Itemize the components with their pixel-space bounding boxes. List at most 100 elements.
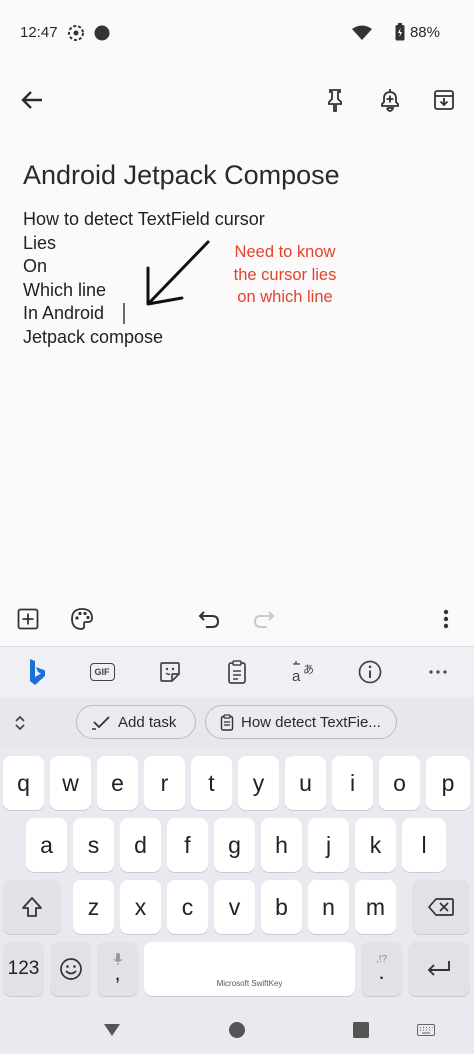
comma-mic-key[interactable]: , bbox=[97, 942, 138, 996]
arrow-left-icon bbox=[21, 91, 42, 109]
more-vert-icon bbox=[443, 609, 449, 629]
key-x[interactable]: x bbox=[120, 880, 161, 934]
translate-button[interactable]: aあ bbox=[286, 656, 322, 688]
svg-text:あ: あ bbox=[303, 663, 314, 676]
key-d[interactable]: d bbox=[120, 818, 161, 872]
info-icon bbox=[358, 660, 382, 684]
key-o[interactable]: o bbox=[379, 756, 420, 810]
emoji-icon bbox=[59, 958, 82, 980]
key-m[interactable]: m bbox=[355, 880, 396, 934]
clipboard-icon bbox=[228, 660, 246, 684]
comma-label: , bbox=[114, 960, 121, 985]
key-k[interactable]: k bbox=[355, 818, 396, 872]
key-b[interactable]: b bbox=[261, 880, 302, 934]
key-z[interactable]: z bbox=[73, 880, 114, 934]
wifi-icon bbox=[352, 25, 372, 46]
more-horiz-icon bbox=[429, 670, 447, 674]
key-a[interactable]: a bbox=[26, 818, 67, 872]
expand-toolbar-button[interactable] bbox=[6, 708, 34, 738]
archive-button[interactable] bbox=[426, 82, 462, 118]
annotation-arrow bbox=[146, 240, 210, 306]
backspace-icon bbox=[428, 898, 454, 916]
check-icon bbox=[92, 716, 110, 730]
clipboard-button[interactable] bbox=[219, 656, 255, 688]
nav-back-button[interactable] bbox=[96, 1014, 128, 1046]
key-i[interactable]: i bbox=[332, 756, 373, 810]
key-c[interactable]: c bbox=[167, 880, 208, 934]
keyboard-more-button[interactable] bbox=[420, 656, 456, 688]
bing-button[interactable] bbox=[20, 654, 54, 690]
undo-button[interactable] bbox=[193, 603, 225, 635]
keyboard-icon bbox=[417, 1024, 435, 1036]
pin-icon bbox=[328, 89, 342, 112]
period-key[interactable]: ,!? . bbox=[361, 942, 402, 996]
key-w[interactable]: w bbox=[50, 756, 91, 810]
add-box-icon bbox=[17, 608, 39, 630]
key-u[interactable]: u bbox=[285, 756, 326, 810]
key-r[interactable]: r bbox=[144, 756, 185, 810]
backspace-key[interactable] bbox=[412, 880, 470, 934]
translate-icon: aあ bbox=[292, 661, 314, 684]
key-v[interactable]: v bbox=[214, 880, 255, 934]
gif-button[interactable]: GIF bbox=[84, 656, 120, 688]
note-line: Jetpack compose bbox=[23, 326, 164, 347]
note-title[interactable]: Android Jetpack Compose bbox=[23, 160, 340, 191]
key-s[interactable]: s bbox=[73, 818, 114, 872]
emoji-key[interactable] bbox=[50, 942, 91, 996]
key-t[interactable]: t bbox=[191, 756, 232, 810]
info-button[interactable] bbox=[352, 656, 388, 688]
add-task-chip[interactable]: Add task bbox=[76, 705, 196, 739]
key-f[interactable]: f bbox=[167, 818, 208, 872]
sticker-button[interactable] bbox=[152, 656, 188, 688]
battery-icon bbox=[395, 23, 405, 46]
keyboard-switch-button[interactable] bbox=[412, 1018, 440, 1042]
bing-icon bbox=[30, 659, 45, 685]
key-j[interactable]: j bbox=[308, 818, 349, 872]
archive-icon bbox=[434, 90, 454, 110]
key-y[interactable]: y bbox=[238, 756, 279, 810]
enter-key[interactable] bbox=[408, 942, 470, 996]
svg-text:a: a bbox=[292, 668, 301, 684]
key-n[interactable]: n bbox=[308, 880, 349, 934]
key-h[interactable]: h bbox=[261, 818, 302, 872]
circle-home-icon bbox=[229, 1022, 245, 1038]
spacebar[interactable]: Microsoft SwiftKey bbox=[144, 942, 355, 996]
period-label: . bbox=[378, 958, 385, 984]
key-p[interactable]: p bbox=[426, 756, 470, 810]
chevron-up-down-icon bbox=[15, 715, 25, 731]
undo-icon bbox=[198, 611, 220, 628]
back-button[interactable] bbox=[14, 82, 50, 118]
numbers-key[interactable]: 123 bbox=[3, 942, 44, 996]
square-recents-icon bbox=[353, 1022, 369, 1038]
note-line: How to detect TextField cursor bbox=[23, 209, 265, 229]
key-g[interactable]: g bbox=[214, 818, 255, 872]
enter-icon bbox=[427, 961, 450, 976]
clipboard-small-icon bbox=[220, 713, 234, 731]
battery-percent: 88% bbox=[409, 24, 440, 41]
key-l[interactable]: l bbox=[402, 818, 446, 872]
nav-home-button[interactable] bbox=[221, 1014, 253, 1046]
text-cursor bbox=[123, 303, 125, 324]
triangle-down-icon bbox=[104, 1024, 120, 1036]
annotation-line: the cursor lies bbox=[233, 265, 337, 284]
add-task-label: Add task bbox=[118, 713, 177, 731]
pin-button[interactable] bbox=[317, 82, 353, 118]
palette-icon bbox=[71, 608, 93, 630]
more-options-button[interactable] bbox=[430, 603, 462, 635]
shift-key[interactable] bbox=[3, 880, 61, 934]
clipboard-suggestion-chip[interactable]: How detect TextFie... bbox=[205, 705, 397, 739]
bell-plus-icon bbox=[381, 89, 399, 112]
redo-icon bbox=[253, 611, 275, 628]
clipboard-suggestion-label: How detect TextFie... bbox=[241, 713, 381, 731]
reminder-button[interactable] bbox=[372, 82, 408, 118]
add-box-button[interactable] bbox=[12, 603, 44, 635]
shift-icon bbox=[22, 897, 42, 917]
sync-icon bbox=[67, 24, 85, 47]
status-bar: 12:47 88% bbox=[0, 0, 474, 66]
notification-dot-icon bbox=[94, 25, 110, 46]
redo-button[interactable] bbox=[248, 603, 280, 635]
key-e[interactable]: e bbox=[97, 756, 138, 810]
key-q[interactable]: q bbox=[3, 756, 44, 810]
palette-button[interactable] bbox=[66, 603, 98, 635]
nav-recents-button[interactable] bbox=[345, 1014, 377, 1046]
